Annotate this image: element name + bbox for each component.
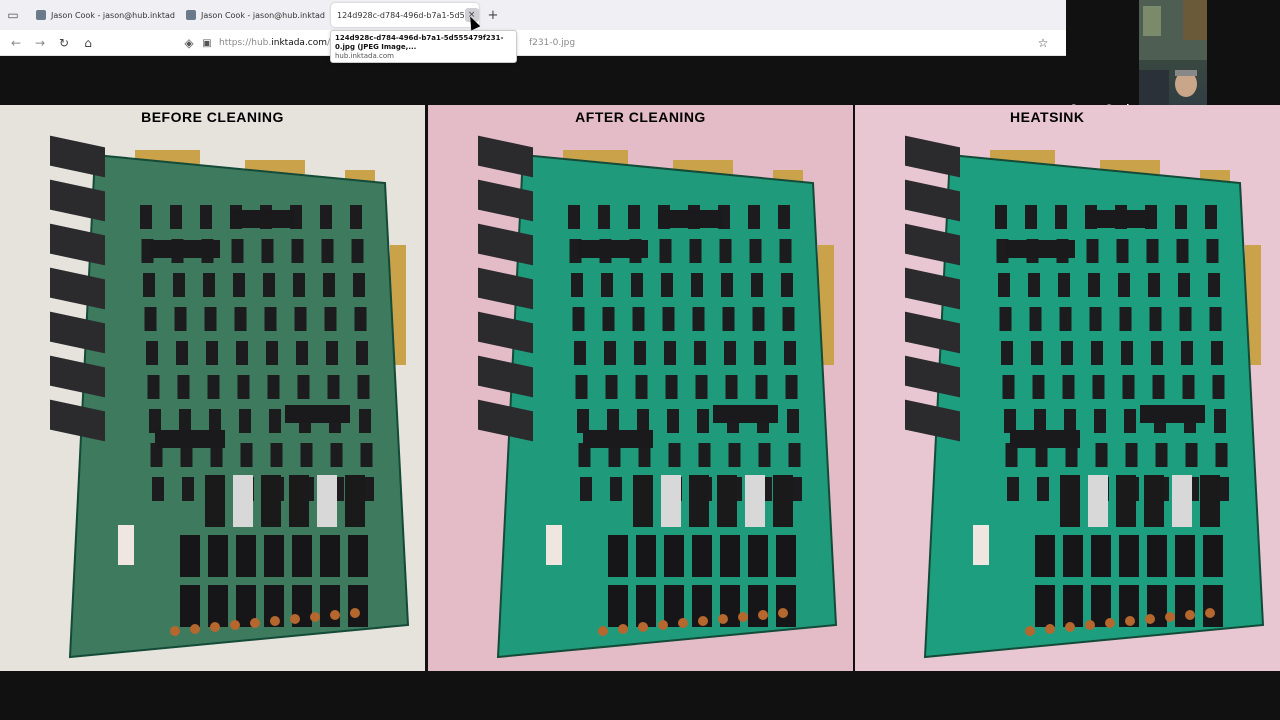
after-cleaning-photo: AFTER CLEANING: [428, 105, 853, 671]
tab-favicon-icon: [186, 10, 196, 20]
tab-tooltip: 124d928c-d784-496d-b7a1-5d555479f231-0.j…: [330, 30, 517, 63]
tab-3-active[interactable]: 124d928c-d784-496d-b7a1-5d5 ×: [331, 3, 479, 27]
heatsink-photo: HEATSINK: [855, 105, 1280, 671]
tab-favicon-icon: [36, 10, 46, 20]
browser-window: ▭ Jason Cook - jason@hub.inktad × Jason …: [0, 0, 1066, 56]
nav-bar: ← → ↻ ⌂ ◈ ▣ https://hub.inktada.com/plf2…: [0, 30, 1066, 56]
circuit-board-image: [428, 105, 853, 671]
lock-icon[interactable]: ▣: [199, 35, 215, 51]
circuit-board-image: [0, 105, 425, 671]
reload-icon[interactable]: ↻: [56, 35, 72, 51]
home-icon[interactable]: ⌂: [80, 35, 96, 51]
tooltip-subtitle: hub.inktada.com: [335, 52, 394, 60]
tab-2[interactable]: Jason Cook - jason@hub.inktad ×: [180, 3, 328, 27]
url-tail: f231-0.jpg: [529, 38, 576, 48]
panel-label: HEATSINK: [1010, 109, 1085, 125]
bookmark-star-icon[interactable]: ☆: [1035, 35, 1051, 51]
panel-label: BEFORE CLEANING: [141, 109, 284, 125]
tab-title: Jason Cook - jason@hub.inktad: [51, 10, 175, 20]
tab-1[interactable]: Jason Cook - jason@hub.inktad ×: [30, 3, 178, 27]
panel-label: AFTER CLEANING: [575, 109, 706, 125]
circuit-board-image: [855, 105, 1280, 671]
tab-overview-icon[interactable]: ▭: [5, 7, 21, 23]
tab-close-icon[interactable]: ×: [325, 10, 328, 20]
before-cleaning-photo: BEFORE CLEANING: [0, 105, 425, 671]
new-tab-button[interactable]: +: [485, 7, 501, 23]
url-prefix: https://hub.: [219, 38, 272, 48]
tab-title: Jason Cook - jason@hub.inktad: [201, 10, 325, 20]
url-field[interactable]: https://hub.inktada.com/plf231-0.jpg: [219, 36, 575, 50]
shield-icon[interactable]: ◈: [181, 35, 197, 51]
tab-close-icon[interactable]: ×: [175, 10, 178, 20]
tab-title: 124d928c-d784-496d-b7a1-5d5: [337, 10, 465, 20]
tab-strip: ▭ Jason Cook - jason@hub.inktad × Jason …: [0, 0, 1066, 30]
forward-icon[interactable]: →: [32, 35, 48, 51]
back-icon[interactable]: ←: [8, 35, 24, 51]
url-host: inktada.com: [271, 38, 328, 48]
tooltip-title: 124d928c-d784-496d-b7a1-5d555479f231-0.j…: [335, 34, 504, 51]
